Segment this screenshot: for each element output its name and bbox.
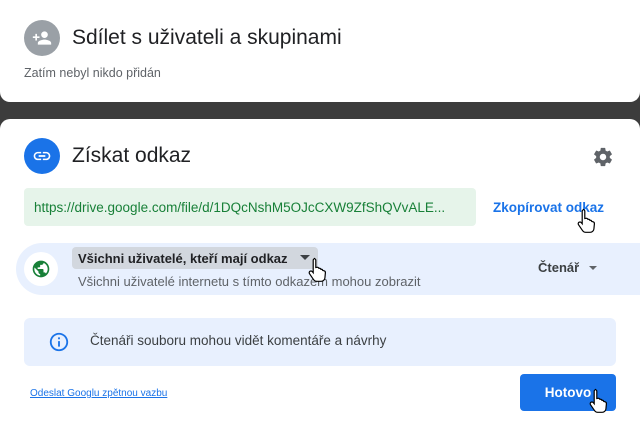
link-url-field[interactable]: https://drive.google.com/file/d/1DQcNshM… (24, 188, 476, 226)
link-scope-label: Všichni uživatelé, kteří mají odkaz (78, 250, 288, 266)
role-dropdown[interactable]: Čtenář (538, 260, 598, 275)
copy-link-button[interactable]: Zkopírovat odkaz (493, 200, 604, 215)
link-scope-description: Všichni uživatelé internetu s tímto odka… (78, 274, 421, 289)
globe-icon (24, 252, 58, 286)
info-banner: Čtenáři souboru mohou vidět komentáře a … (24, 318, 616, 366)
chevron-down-icon (589, 266, 598, 270)
link-url-text: https://drive.google.com/file/d/1DQcNshM… (34, 199, 446, 215)
share-title: Sdílet s uživateli a skupinami (72, 26, 342, 49)
link-title: Získat odkaz (72, 144, 192, 167)
get-link-card: Získat odkaz https://drive.google.com/fi… (0, 119, 640, 423)
feedback-link[interactable]: Odeslat Googlu zpětnou vazbu (30, 388, 167, 399)
role-label: Čtenář (538, 260, 580, 275)
info-icon (48, 331, 70, 353)
info-text: Čtenáři souboru mohou vidět komentáře a … (90, 333, 387, 348)
share-card: Sdílet s uživateli a skupinami Zatím neb… (0, 0, 640, 102)
share-subtitle: Zatím nebyl nikdo přidán (24, 66, 161, 80)
gear-icon[interactable] (592, 146, 614, 168)
link-scope-dropdown[interactable]: Všichni uživatelé, kteří mají odkaz (72, 247, 318, 269)
done-button[interactable]: Hotovo (520, 374, 616, 411)
person-add-icon (24, 20, 60, 56)
chevron-down-icon (299, 255, 310, 260)
link-icon (24, 138, 60, 174)
general-access-row: Všichni uživatelé, kteří mají odkaz Všic… (16, 243, 640, 295)
